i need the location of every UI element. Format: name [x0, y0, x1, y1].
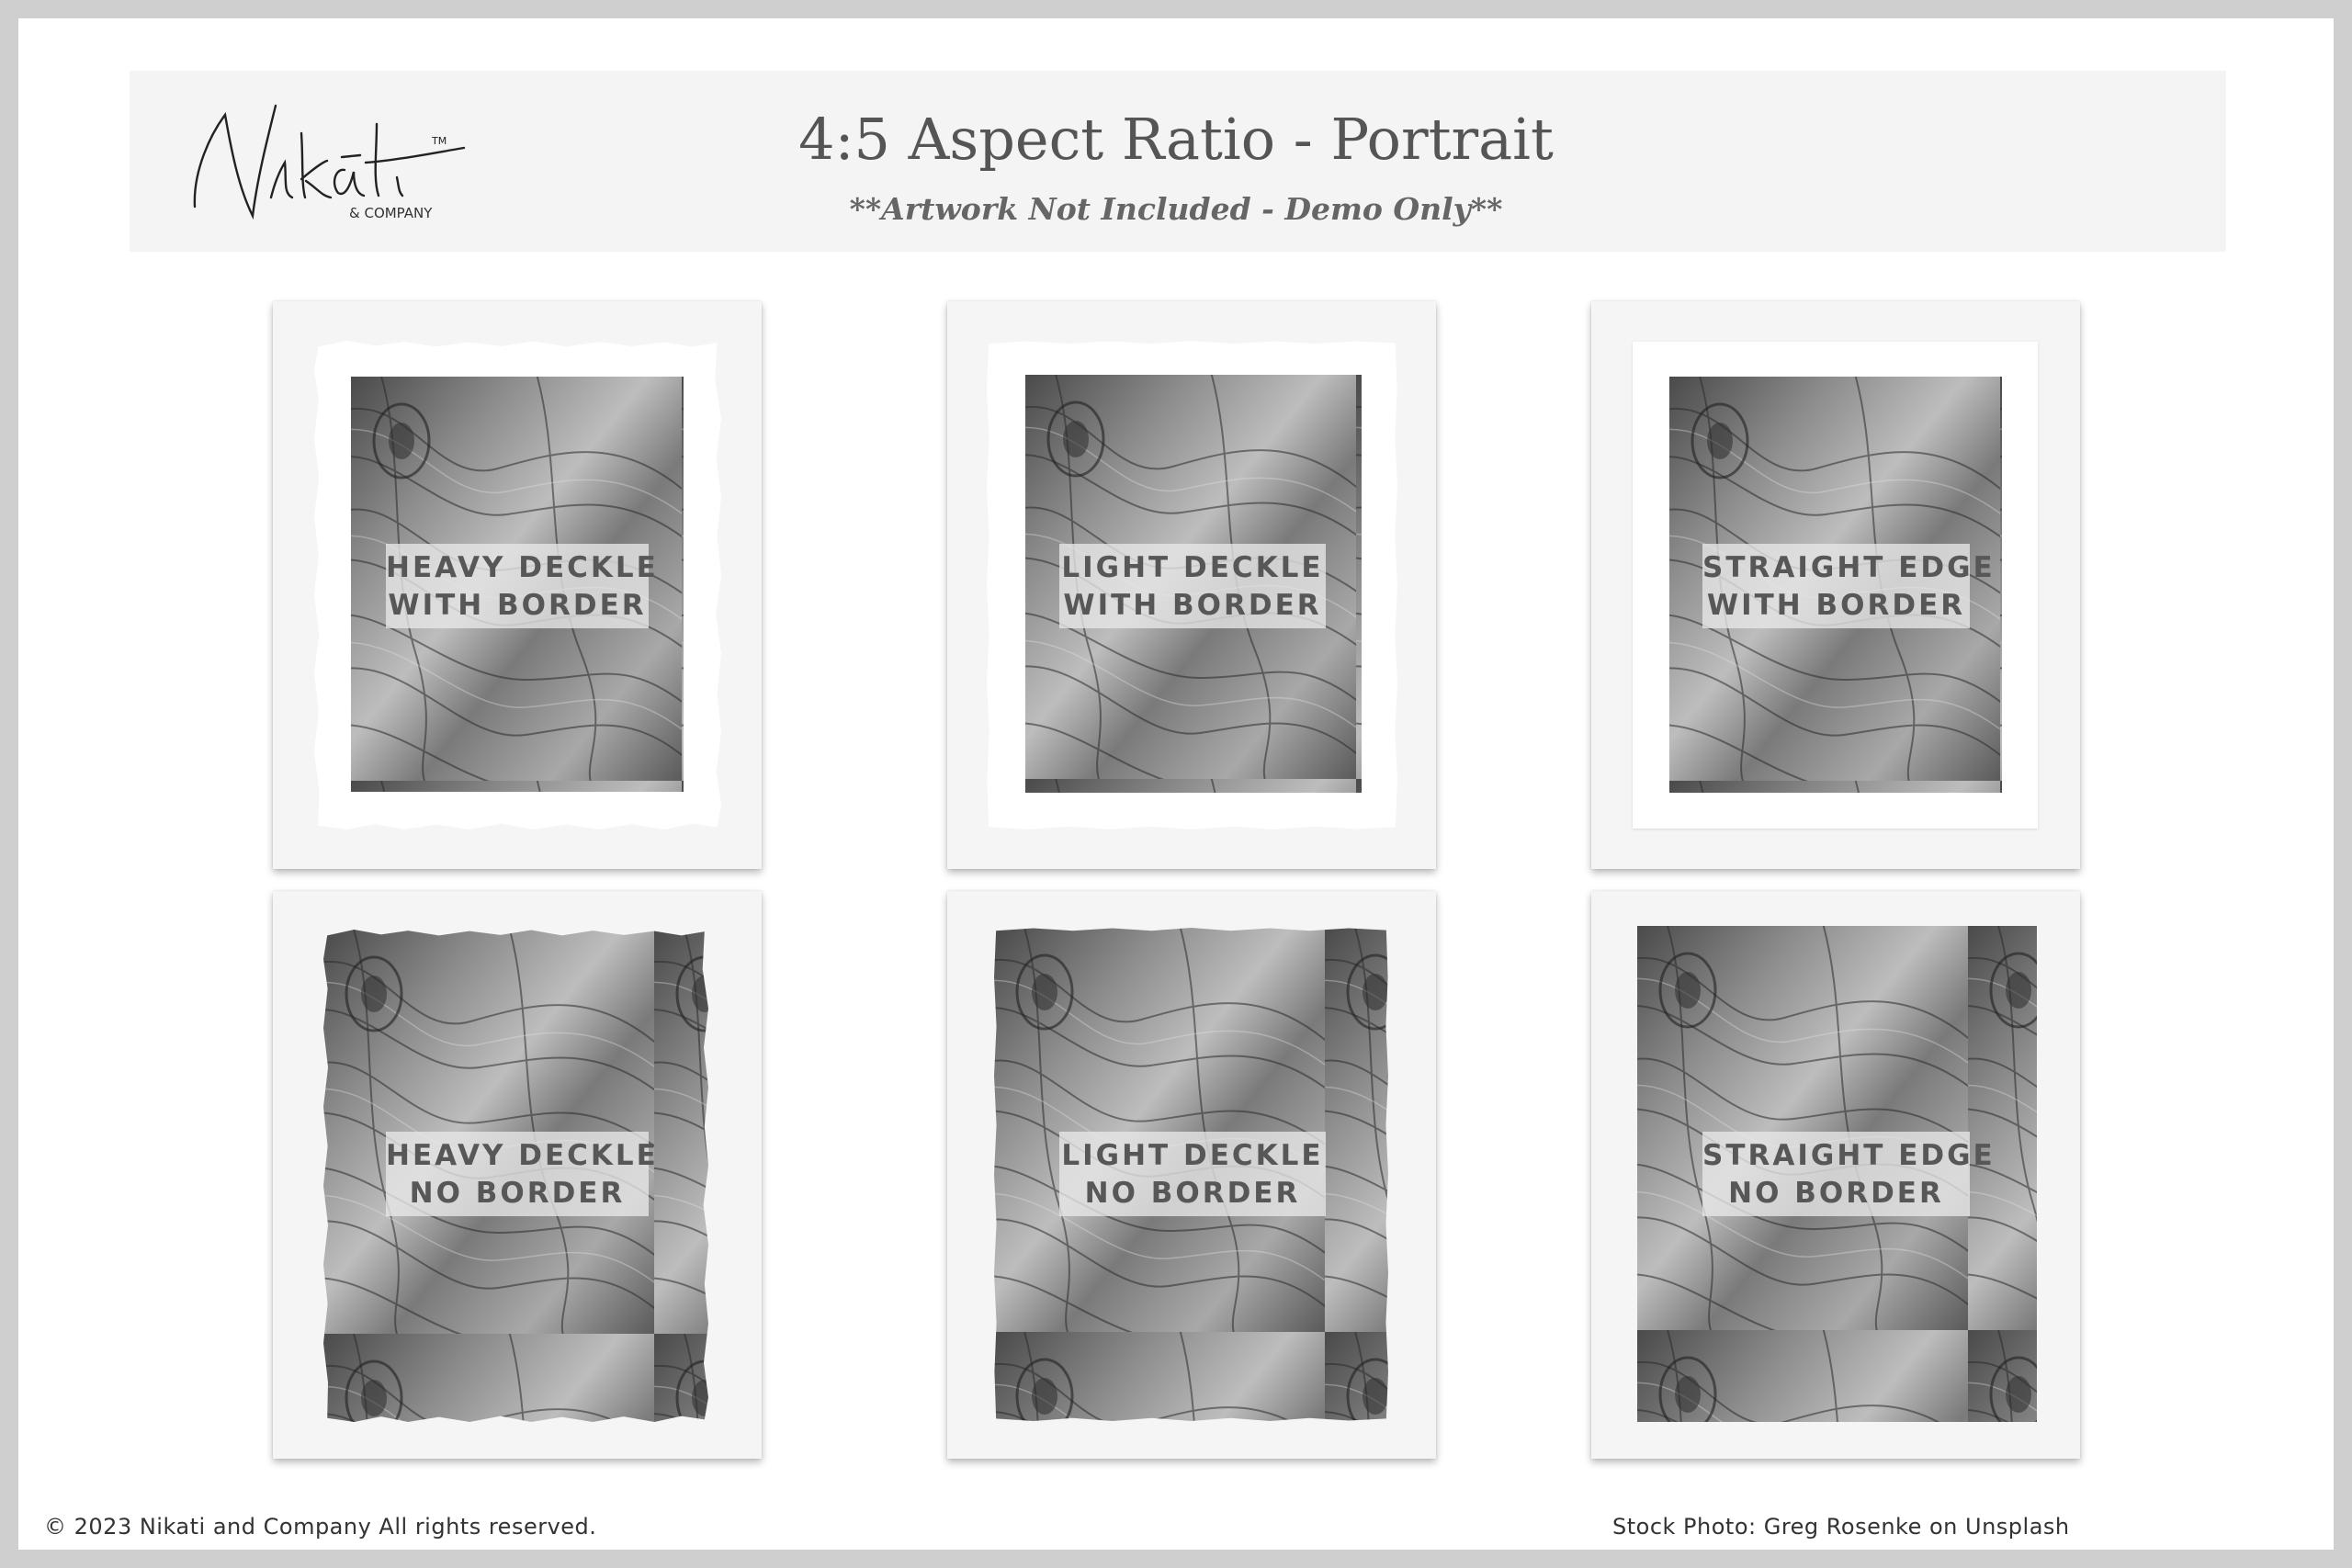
- print-card-heavy-deckle-no-border: HEAVY DECKLE NO BORDER: [273, 891, 762, 1459]
- print-card-heavy-deckle-border: HEAVY DECKLE WITH BORDER: [273, 301, 762, 869]
- print-card-straight-edge-no-border: STRAIGHT EDGE NO BORDER: [1591, 891, 2080, 1459]
- print-style-label: STRAIGHT EDGE NO BORDER: [1702, 1132, 1996, 1216]
- label-line-2: NO BORDER: [1728, 1177, 1944, 1210]
- print-style-label: HEAVY DECKLE WITH BORDER: [386, 544, 659, 628]
- print-card-light-deckle-no-border: LIGHT DECKLE NO BORDER: [947, 891, 1436, 1459]
- print-style-label: LIGHT DECKLE NO BORDER: [1059, 1132, 1326, 1216]
- label-line-2: NO BORDER: [409, 1177, 626, 1210]
- label-line-1: STRAIGHT EDGE: [1702, 1139, 1996, 1172]
- label-line-1: HEAVY DECKLE: [386, 551, 659, 584]
- print-card-light-deckle-border: LIGHT DECKLE WITH BORDER: [947, 301, 1436, 869]
- print-style-label: LIGHT DECKLE WITH BORDER: [1059, 544, 1326, 628]
- label-line-2: WITH BORDER: [1063, 589, 1322, 622]
- label-line-2: NO BORDER: [1084, 1177, 1301, 1210]
- print-style-label: STRAIGHT EDGE WITH BORDER: [1702, 544, 1996, 628]
- label-line-2: WITH BORDER: [1706, 589, 1966, 622]
- print-style-label: HEAVY DECKLE NO BORDER: [386, 1132, 659, 1216]
- label-line-1: LIGHT DECKLE: [1061, 1139, 1324, 1172]
- page-subtitle: **Artwork Not Included - Demo Only**: [849, 191, 1503, 227]
- photo-credit: Stock Photo: Greg Rosenke on Unsplash: [1612, 1514, 2070, 1540]
- label-line-1: HEAVY DECKLE: [386, 1139, 659, 1172]
- copyright-text: © 2023 Nikati and Company All rights res…: [44, 1514, 597, 1540]
- label-line-1: STRAIGHT EDGE: [1702, 551, 1996, 584]
- page-title: 4:5 Aspect Ratio - Portrait: [798, 106, 1554, 173]
- label-line-1: LIGHT DECKLE: [1061, 551, 1324, 584]
- label-line-2: WITH BORDER: [388, 589, 647, 622]
- print-card-straight-edge-border: STRAIGHT EDGE WITH BORDER: [1591, 301, 2080, 869]
